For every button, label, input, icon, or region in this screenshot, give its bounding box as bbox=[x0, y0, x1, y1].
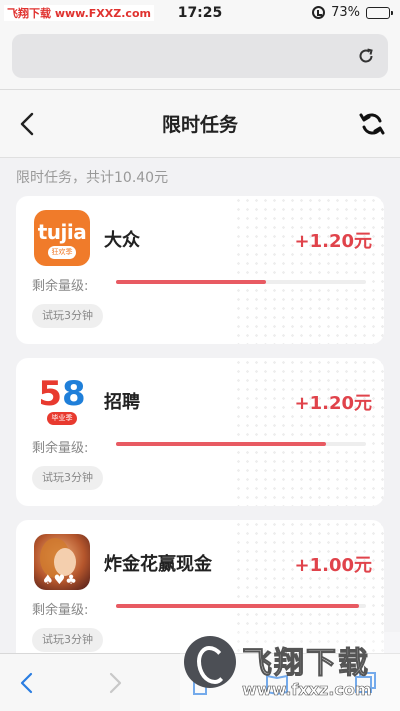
task-card[interactable]: tujia 狂欢季 大众 +1.20元 剩余量级: 试玩3分钟 bbox=[16, 196, 384, 344]
browser-forward-icon[interactable] bbox=[100, 668, 130, 698]
watermark-text: 飞翔下载 bbox=[242, 646, 370, 682]
nav-header: 限时任务 bbox=[0, 90, 400, 158]
task-name: 炸金花赢现金 bbox=[104, 554, 212, 575]
watermark-logo-icon bbox=[184, 636, 236, 688]
quantity-label: 剩余量级: bbox=[32, 603, 89, 618]
game-logo: ♠♥♣ bbox=[34, 534, 90, 590]
progress-fill bbox=[116, 280, 266, 284]
remaining-progress bbox=[116, 604, 366, 608]
task-reward: +1.20元 bbox=[294, 393, 373, 414]
task-name: 大众 bbox=[104, 230, 140, 251]
address-field[interactable] bbox=[12, 34, 388, 78]
status-right: 73% bbox=[312, 5, 393, 20]
progress-fill bbox=[116, 604, 359, 608]
task-summary: 限时任务，共计10.40元 bbox=[16, 170, 169, 186]
task-reward: +1.00元 bbox=[294, 555, 373, 576]
rotation-lock-icon bbox=[312, 6, 326, 19]
progress-fill bbox=[116, 442, 326, 446]
remaining-progress bbox=[116, 280, 366, 284]
reload-icon[interactable] bbox=[356, 46, 376, 66]
tujia-logo: tujia 狂欢季 bbox=[34, 210, 90, 266]
logo-text: tujia bbox=[37, 220, 87, 244]
refresh-icon[interactable] bbox=[358, 110, 386, 138]
page-title: 限时任务 bbox=[161, 114, 238, 136]
battery-percent: 73% bbox=[331, 5, 360, 20]
watermark-overlay: 飞翔下载 www.fxxz.com bbox=[180, 632, 400, 711]
logo-sub: 狂欢季 bbox=[48, 246, 76, 259]
logo-text: 58 bbox=[38, 374, 86, 414]
browser-bar bbox=[0, 28, 400, 90]
card-pattern bbox=[234, 196, 384, 344]
trial-tag: 试玩3分钟 bbox=[32, 466, 103, 490]
task-reward: +1.20元 bbox=[294, 231, 373, 252]
task-name: 招聘 bbox=[104, 392, 140, 413]
card-pattern bbox=[234, 358, 384, 506]
browser-back-icon[interactable] bbox=[12, 668, 42, 698]
trial-tag: 试玩3分钟 bbox=[32, 304, 103, 328]
task-card[interactable]: 58 毕业季 招聘 +1.20元 剩余量级: 试玩3分钟 bbox=[16, 358, 384, 506]
remaining-progress bbox=[116, 442, 366, 446]
quantity-label: 剩余量级: bbox=[32, 441, 89, 456]
logo-sub: 毕业季 bbox=[47, 412, 77, 425]
status-bar: 飞翔下载 www.FXXZ.com 17:25 73% bbox=[0, 0, 400, 28]
battery-icon bbox=[366, 6, 393, 19]
quantity-label: 剩余量级: bbox=[32, 279, 89, 294]
trial-tag: 试玩3分钟 bbox=[32, 628, 103, 652]
58-logo: 58 毕业季 bbox=[34, 372, 90, 428]
watermark-url: www.fxxz.com bbox=[242, 680, 372, 700]
